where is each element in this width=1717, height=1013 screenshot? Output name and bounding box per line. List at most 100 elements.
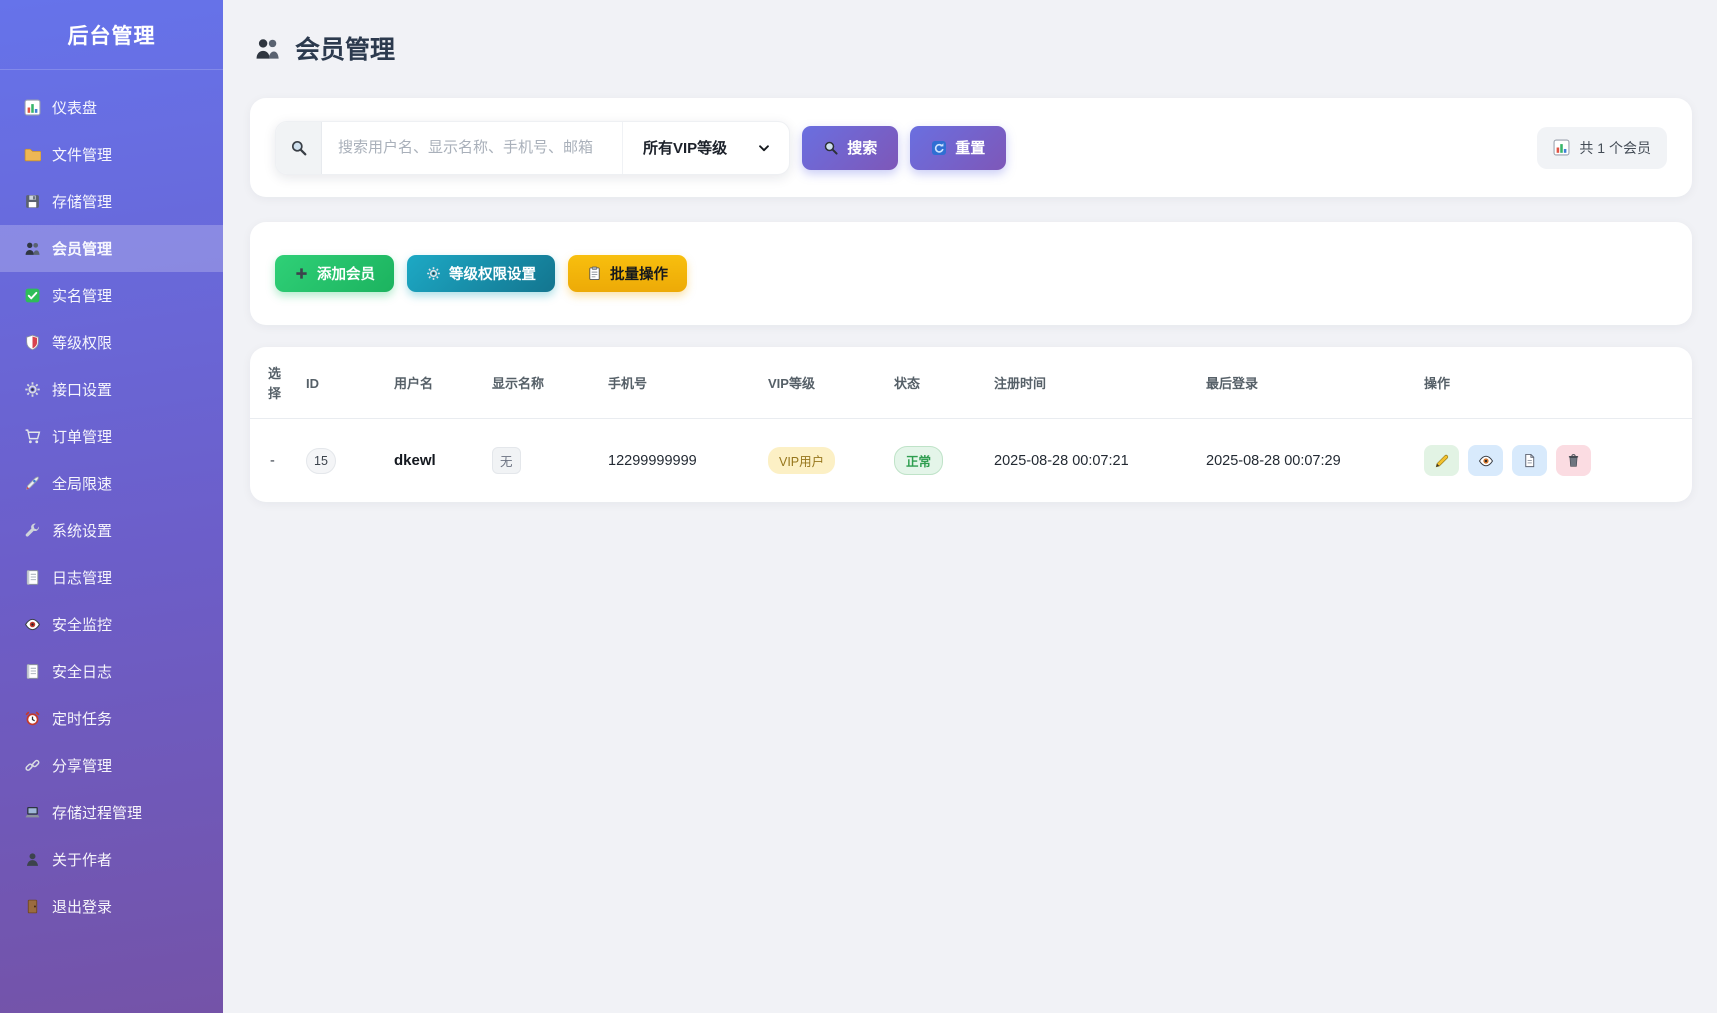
search-box: 所有VIP等级: [275, 121, 790, 175]
person-icon: [24, 851, 41, 868]
view-button[interactable]: [1468, 445, 1503, 476]
delete-button[interactable]: [1556, 445, 1591, 476]
add-member-button[interactable]: 添加会员: [275, 255, 394, 292]
page-header: 会员管理: [254, 30, 1692, 66]
wrench-icon: [24, 522, 41, 539]
sidebar-item-label: 订单管理: [52, 426, 112, 447]
sidebar-item-security-monitor[interactable]: 安全监控: [0, 601, 223, 648]
member-count-label: 共 1 个会员: [1579, 138, 1651, 158]
column-header-register-time: 注册时间: [982, 347, 1194, 419]
search-card: 所有VIP等级 搜索 重置 共 1 个会员: [250, 98, 1692, 197]
sidebar-item-speedlimit[interactable]: 全局限速: [0, 460, 223, 507]
sidebar-item-orders[interactable]: 订单管理: [0, 413, 223, 460]
check-icon: [24, 287, 41, 304]
row-username: dkewl: [394, 452, 436, 469]
page-title: 会员管理: [295, 30, 395, 66]
trash-icon: [1566, 453, 1581, 468]
column-header-select: 选择: [250, 347, 294, 419]
plus-icon: [294, 266, 309, 281]
notepad-icon: [24, 663, 41, 680]
edit-button[interactable]: [1424, 445, 1459, 476]
reset-button[interactable]: 重置: [910, 126, 1006, 170]
gear-icon: [24, 381, 41, 398]
sidebar-item-logout[interactable]: 退出登录: [0, 883, 223, 930]
row-id-badge: 15: [306, 448, 336, 474]
reset-icon: [931, 140, 947, 156]
members-icon: [24, 240, 41, 257]
sidebar-item-dashboard[interactable]: 仪表盘: [0, 84, 223, 131]
row-phone: 12299999999: [596, 419, 756, 503]
search-icon: [276, 122, 322, 174]
sidebar-item-label: 分享管理: [52, 755, 112, 776]
eye-icon: [1478, 453, 1494, 469]
app-brand: 后台管理: [0, 0, 223, 70]
sidebar-nav: 仪表盘 文件管理 存储管理 会员管理 实名管理 等级权限 接口设置: [0, 70, 223, 930]
main-content: 会员管理 所有VIP等级 搜索 重置: [223, 0, 1717, 502]
sidebar-item-logs[interactable]: 日志管理: [0, 554, 223, 601]
folder-icon: [24, 146, 41, 163]
sidebar-item-cron[interactable]: 定时任务: [0, 695, 223, 742]
clipboard-icon: [587, 266, 602, 281]
sidebar-item-api[interactable]: 接口设置: [0, 366, 223, 413]
sidebar-item-label: 接口设置: [52, 379, 112, 400]
shield-icon: [24, 334, 41, 351]
member-count-badge: 共 1 个会员: [1537, 127, 1667, 169]
sidebar-item-label: 会员管理: [52, 238, 112, 259]
members-table-card: 选择 ID 用户名 显示名称 手机号 VIP等级 状态 注册时间 最后登录 操作…: [250, 347, 1692, 502]
pencil-icon: [1434, 453, 1450, 469]
link-icon: [24, 757, 41, 774]
column-header-vip-level: VIP等级: [756, 347, 882, 419]
actions-card: 添加会员 等级权限设置 批量操作: [250, 222, 1692, 325]
sidebar: 后台管理 仪表盘 文件管理 存储管理 会员管理 实名管理 等级权限: [0, 0, 223, 1013]
row-actions: [1424, 445, 1680, 476]
laptop-icon: [24, 804, 41, 821]
sidebar-item-members[interactable]: 会员管理: [0, 225, 223, 272]
sidebar-item-about[interactable]: 关于作者: [0, 836, 223, 883]
door-icon: [24, 898, 41, 915]
cart-icon: [24, 428, 41, 445]
sidebar-item-label: 安全监控: [52, 614, 112, 635]
floppy-icon: [24, 193, 41, 210]
alarm-icon: [24, 710, 41, 727]
column-header-display-name: 显示名称: [480, 347, 596, 419]
sidebar-item-storage[interactable]: 存储管理: [0, 178, 223, 225]
search-button[interactable]: 搜索: [802, 126, 898, 170]
sidebar-item-label: 定时任务: [52, 708, 112, 729]
sidebar-item-label: 仪表盘: [52, 97, 97, 118]
rocket-icon: [24, 475, 41, 492]
batch-operations-button[interactable]: 批量操作: [568, 255, 687, 292]
file-button[interactable]: [1512, 445, 1547, 476]
column-header-status: 状态: [882, 347, 982, 419]
sidebar-item-levels[interactable]: 等级权限: [0, 319, 223, 366]
search-input[interactable]: [322, 122, 622, 174]
sidebar-item-label: 退出登录: [52, 896, 112, 917]
row-display-name-badge: 无: [492, 447, 521, 474]
column-header-operations: 操作: [1412, 347, 1692, 419]
vip-level-select[interactable]: 所有VIP等级: [622, 122, 789, 174]
sidebar-item-files[interactable]: 文件管理: [0, 131, 223, 178]
table-header-row: 选择 ID 用户名 显示名称 手机号 VIP等级 状态 注册时间 最后登录 操作: [250, 347, 1692, 419]
row-vip-badge: VIP用户: [768, 447, 835, 474]
sidebar-item-realname[interactable]: 实名管理: [0, 272, 223, 319]
level-permission-settings-button[interactable]: 等级权限设置: [407, 255, 555, 292]
sidebar-item-stored-proc[interactable]: 存储过程管理: [0, 789, 223, 836]
stats-icon: [1553, 139, 1570, 156]
dashboard-icon: [24, 99, 41, 116]
row-select-mark[interactable]: -: [250, 419, 294, 503]
chevron-down-icon: [757, 141, 771, 155]
sidebar-item-share[interactable]: 分享管理: [0, 742, 223, 789]
sidebar-item-label: 文件管理: [52, 144, 112, 165]
sidebar-item-label: 等级权限: [52, 332, 112, 353]
sidebar-item-label: 关于作者: [52, 849, 112, 870]
column-header-id: ID: [294, 347, 382, 419]
sidebar-item-system[interactable]: 系统设置: [0, 507, 223, 554]
sidebar-item-label: 存储管理: [52, 191, 112, 212]
sidebar-item-security-logs[interactable]: 安全日志: [0, 648, 223, 695]
row-register-time: 2025-08-28 00:07:21: [982, 419, 1194, 503]
column-header-last-login: 最后登录: [1194, 347, 1412, 419]
column-header-phone: 手机号: [596, 347, 756, 419]
notepad-icon: [24, 569, 41, 586]
sidebar-item-label: 系统设置: [52, 520, 112, 541]
sidebar-item-label: 实名管理: [52, 285, 112, 306]
sidebar-item-label: 安全日志: [52, 661, 112, 682]
